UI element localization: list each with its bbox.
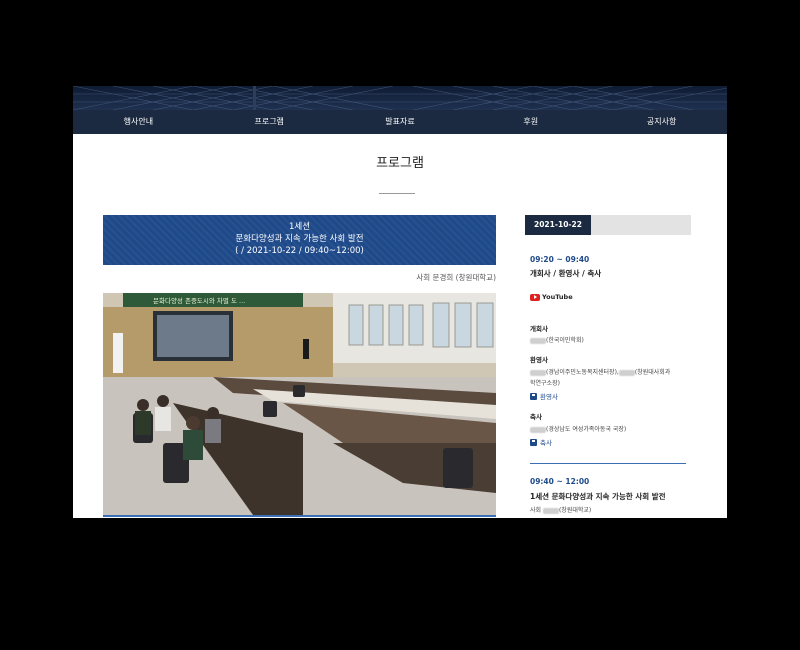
date-tab-2021-10-22[interactable]: 2021-10-22 xyxy=(525,215,591,235)
session-title: 문화다양성과 지속 가능한 사회 발전 xyxy=(235,234,364,244)
nav-item-program[interactable]: 프로그램 xyxy=(204,110,335,134)
nav-item-event-info[interactable]: 행사안내 xyxy=(73,110,204,134)
schedule-title-1: 개회사 / 환영사 / 축사 xyxy=(530,269,602,278)
opening-label: 개회사 xyxy=(530,325,548,333)
date-tab-bar: 2021-10-22 xyxy=(525,215,691,235)
redacted-name xyxy=(618,369,635,376)
redacted-name xyxy=(530,337,546,344)
redacted-name xyxy=(530,426,546,433)
title-divider xyxy=(379,193,415,194)
session-moderator: 사회 문경희 (창원대학교) xyxy=(416,273,496,282)
redacted-name xyxy=(530,369,546,376)
video-banner-text: 문화다양성 존중도시와 차별 도 ... xyxy=(153,296,245,305)
main-nav: 행사안내 프로그램 발표자료 후원 공지사항 xyxy=(73,110,727,134)
nav-item-presentations[interactable]: 발표자료 xyxy=(335,110,466,134)
welcome-persons-cont: 학연구소장) xyxy=(530,380,560,387)
congrats-person: (경상남도 여성가족아동국 국장) xyxy=(530,424,626,433)
welcome-label: 환영사 xyxy=(530,356,548,364)
opening-person: (한국이민학회) xyxy=(530,335,584,344)
youtube-label: YouTube xyxy=(542,293,573,301)
welcome-link-label: 환영사 xyxy=(540,393,558,401)
session-date-time: ( / 2021-10-22 / 09:40~12:00) xyxy=(235,246,364,256)
session-number: 1세션 xyxy=(288,222,311,232)
hero-banner xyxy=(73,86,727,110)
redacted-name xyxy=(542,507,559,514)
nav-item-sponsors[interactable]: 후원 xyxy=(465,110,596,134)
welcome-download-link[interactable]: 환영사 xyxy=(530,391,558,401)
nav-item-notices[interactable]: 공지사항 xyxy=(596,110,727,134)
welcome-persons: (경남이주민노동복지센터장), (창원대사회과 xyxy=(530,367,670,376)
schedule-title-2[interactable]: 1세션 문화다양성과 지속 가능한 사회 발전 xyxy=(530,491,666,502)
congrats-download-link[interactable]: 축사 xyxy=(530,437,552,447)
congrats-label: 축사 xyxy=(530,413,542,421)
youtube-icon xyxy=(530,293,540,301)
floppy-disk-icon xyxy=(530,438,537,446)
youtube-link[interactable]: YouTube xyxy=(530,293,573,301)
page: 행사안내 프로그램 발표자료 후원 공지사항 프로그램 1세션 문화다양성과 지… xyxy=(73,86,727,518)
session-video[interactable]: 문화다양성 존중도시와 차별 도 ... xyxy=(103,293,496,517)
page-title: 프로그램 xyxy=(376,156,424,171)
schedule-time-1: 09:20 ~ 09:40 xyxy=(530,255,590,264)
congrats-link-label: 축사 xyxy=(540,439,552,447)
program-sidebar: 2021-10-22 09:20 ~ 09:40 개회사 / 환영사 / 축사 … xyxy=(525,215,691,518)
schedule-divider xyxy=(530,463,686,464)
schedule-time-2: 09:40 ~ 12:00 xyxy=(530,477,590,486)
schedule-moderator-2: 사회 (창원대학교) xyxy=(530,507,592,514)
session-banner: 1세션 문화다양성과 지속 가능한 사회 발전 ( / 2021-10-22 /… xyxy=(103,215,496,265)
floppy-disk-icon xyxy=(530,392,537,400)
